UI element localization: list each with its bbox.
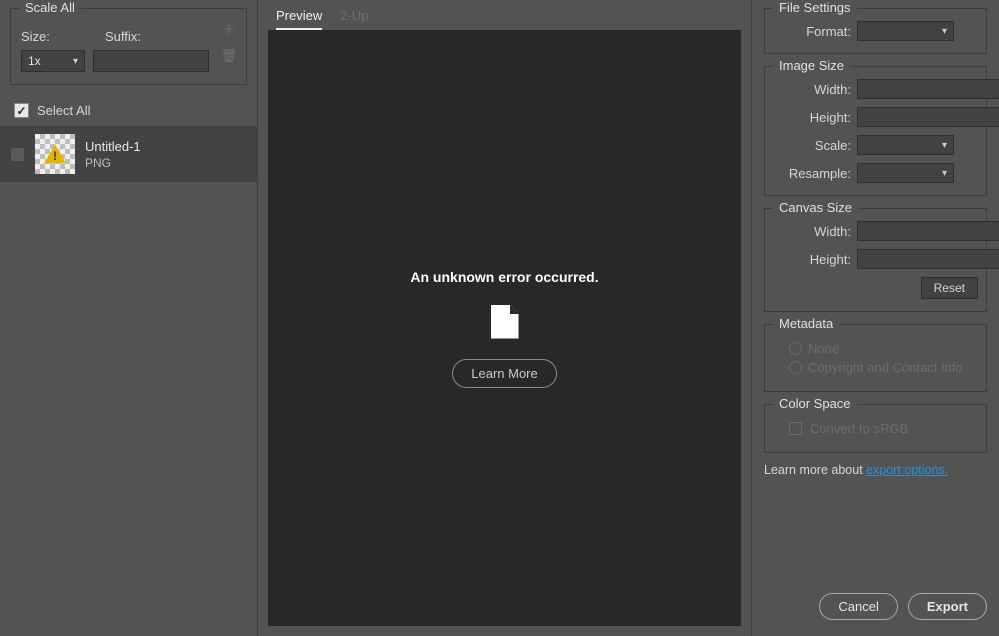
left-panel: Scale All Size: Suffix: 1x ▾ (0, 0, 258, 636)
dialog-actions: Cancel Export (764, 583, 987, 626)
metadata-copyright-option: Copyright and Contact Info (789, 360, 978, 375)
preview-area: An unknown error occurred. Learn More (268, 30, 741, 626)
size-label: Size: (21, 29, 85, 44)
metadata-title: Metadata (773, 316, 839, 331)
format-select[interactable]: ▾ (857, 21, 954, 41)
scale-all-title: Scale All (19, 0, 81, 15)
is-scale-label: Scale: (773, 138, 851, 153)
error-message: An unknown error occurred. (410, 269, 598, 285)
select-all-checkbox[interactable] (14, 103, 29, 118)
is-scale-select[interactable]: ▾ (857, 135, 954, 155)
canvas-size-group: Canvas Size Width: px Height: px Reset (764, 208, 987, 312)
select-all-row[interactable]: Select All (10, 95, 247, 126)
chevron-down-icon: ▾ (942, 26, 947, 37)
image-size-title: Image Size (773, 58, 850, 73)
export-button[interactable]: Export (908, 593, 987, 620)
asset-checkbox[interactable] (10, 147, 25, 162)
cs-width-label: Width: (773, 224, 851, 239)
cs-height-label: Height: (773, 252, 851, 267)
is-resample-label: Resample: (773, 166, 851, 181)
right-panel: File Settings Format: ▾ Image Size Width… (751, 0, 999, 636)
chevron-down-icon: ▾ (73, 56, 78, 67)
metadata-group: Metadata None Copyright and Contact Info (764, 324, 987, 392)
add-scale-icon[interactable]: ＋ (222, 19, 236, 38)
learn-more-text: Learn more about (764, 463, 866, 477)
is-height-input[interactable] (857, 107, 999, 127)
is-width-label: Width: (773, 82, 851, 97)
asset-thumbnail: ! (35, 134, 75, 174)
delete-scale-icon[interactable]: 🗑 (222, 48, 236, 64)
learn-more-row: Learn more about export options. (764, 463, 987, 477)
preview-panel: Preview 2-Up An unknown error occurred. … (258, 0, 751, 636)
tab-preview[interactable]: Preview (276, 8, 322, 30)
is-width-input[interactable] (857, 79, 999, 99)
cs-width-input[interactable] (857, 221, 999, 241)
canvas-size-title: Canvas Size (773, 200, 858, 215)
size-value: 1x (28, 54, 41, 68)
format-label: Format: (773, 24, 851, 39)
cancel-button[interactable]: Cancel (819, 593, 897, 620)
asset-name: Untitled-1 (85, 139, 141, 154)
tab-2up[interactable]: 2-Up (340, 8, 368, 30)
file-settings-title: File Settings (773, 0, 857, 15)
chevron-down-icon: ▾ (942, 168, 947, 179)
file-icon (491, 305, 519, 339)
asset-row[interactable]: ! Untitled-1 PNG (0, 126, 257, 182)
export-options-link[interactable]: export options. (866, 463, 948, 477)
scale-all-group: Scale All Size: Suffix: 1x ▾ (10, 8, 247, 85)
select-all-label: Select All (37, 103, 90, 118)
chevron-down-icon: ▾ (942, 140, 947, 151)
is-height-label: Height: (773, 110, 851, 125)
color-space-title: Color Space (773, 396, 857, 411)
cs-height-input[interactable] (857, 249, 999, 269)
image-size-group: Image Size Width: px Height: px Scale: ▾… (764, 66, 987, 196)
metadata-none-option: None (789, 341, 978, 356)
suffix-label: Suffix: (105, 29, 141, 44)
reset-button[interactable]: Reset (921, 277, 978, 299)
learn-more-button[interactable]: Learn More (452, 359, 556, 388)
preview-tabs: Preview 2-Up (268, 0, 741, 30)
file-settings-group: File Settings Format: ▾ (764, 8, 987, 54)
color-space-group: Color Space Convert to sRGB (764, 404, 987, 453)
suffix-input[interactable] (93, 50, 209, 72)
asset-format: PNG (85, 156, 141, 170)
size-select[interactable]: 1x ▾ (21, 50, 85, 72)
convert-srgb-option: Convert to sRGB (789, 421, 978, 436)
is-resample-select[interactable]: ▾ (857, 163, 954, 183)
